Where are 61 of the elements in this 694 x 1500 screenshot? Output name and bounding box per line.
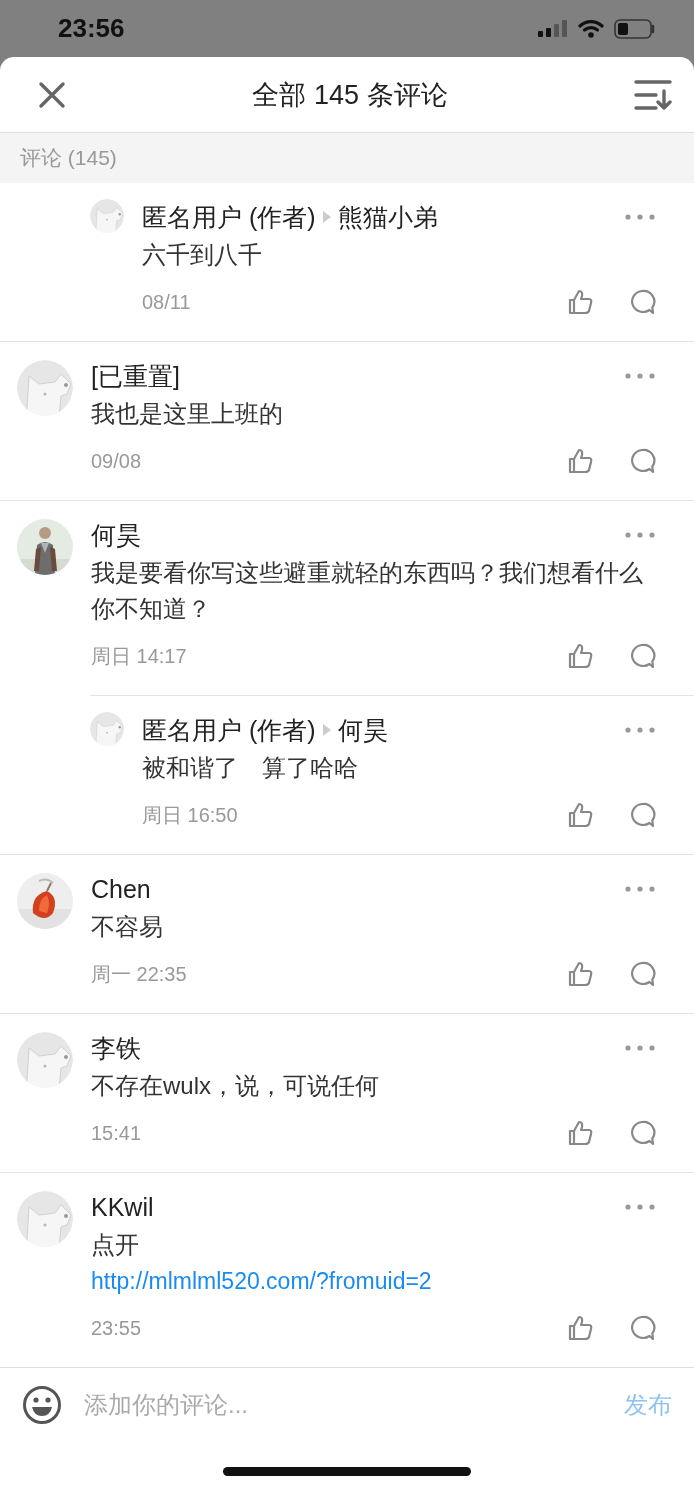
timestamp: 09/08 <box>91 449 142 473</box>
timestamp: 周日 16:50 <box>142 802 238 828</box>
battery-icon <box>614 17 656 40</box>
timestamp: 08/11 <box>142 290 191 314</box>
more-button[interactable] <box>624 885 656 893</box>
caret-icon <box>321 210 332 224</box>
reply-button[interactable] <box>628 642 656 670</box>
sheet-title: 全部 145 条评论 <box>252 78 448 112</box>
author-name[interactable]: 匿名用户 (作者) <box>142 200 316 234</box>
more-button[interactable] <box>624 213 656 221</box>
author-name[interactable]: 匿名用户 (作者) <box>142 713 316 747</box>
wifi-icon <box>578 18 604 39</box>
comment-text: 不存在wulx，说，可说任何 <box>91 1071 380 1101</box>
more-button[interactable] <box>624 1044 656 1052</box>
like-button[interactable] <box>566 1119 594 1147</box>
signal-icon <box>538 18 568 39</box>
comment-text: 被和谐了 算了哈哈 <box>142 753 359 783</box>
like-button[interactable] <box>566 1314 594 1342</box>
like-button[interactable] <box>566 960 594 988</box>
sort-button[interactable] <box>634 78 672 111</box>
author-name[interactable]: 李铁 <box>91 1031 141 1065</box>
caret-icon <box>321 723 332 737</box>
clock: 23:56 <box>58 13 125 44</box>
comment-text: 我是要看你写这些避重就轻的东西吗？我们想看什么你不知道？ <box>91 558 644 624</box>
comment-text: 六千到八千 <box>142 240 263 270</box>
more-button[interactable] <box>624 531 656 539</box>
timestamp: 23:55 <box>91 1316 142 1340</box>
comment-text: 点开 <box>91 1230 140 1260</box>
reply-target-name[interactable]: 熊猫小弟 <box>337 200 438 234</box>
more-button[interactable] <box>624 726 656 734</box>
timestamp: 周日 14:17 <box>91 643 187 669</box>
avatar <box>17 360 73 416</box>
timestamp: 15:41 <box>91 1121 142 1145</box>
reply-button[interactable] <box>628 1119 656 1147</box>
author-name[interactable]: KKwil <box>91 1192 154 1222</box>
reply-button[interactable] <box>628 960 656 988</box>
comment-input-field[interactable]: 添加你的评论... <box>82 1390 624 1420</box>
comment-text: 我也是这里上班的 <box>91 399 284 429</box>
avatar <box>90 199 124 233</box>
author-name[interactable]: Chen <box>91 874 151 904</box>
comment-text: 不容易 <box>91 912 164 942</box>
like-button[interactable] <box>566 801 594 829</box>
like-button[interactable] <box>566 288 594 316</box>
reply-button[interactable] <box>628 447 656 475</box>
close-button[interactable] <box>38 80 66 109</box>
like-button[interactable] <box>566 447 594 475</box>
reply-button[interactable] <box>628 288 656 316</box>
more-button[interactable] <box>624 1203 656 1211</box>
avatar <box>90 712 124 746</box>
more-button[interactable] <box>624 372 656 380</box>
reply-button[interactable] <box>628 801 656 829</box>
author-name[interactable]: [已重置] <box>91 359 180 393</box>
avatar <box>17 1032 73 1088</box>
reply-target-name[interactable]: 何昊 <box>337 713 388 747</box>
like-button[interactable] <box>566 642 594 670</box>
emoji-button[interactable] <box>22 1385 62 1425</box>
section-label: 评论 (145) <box>20 145 117 171</box>
timestamp: 周一 22:35 <box>91 961 187 987</box>
avatar <box>17 1191 73 1247</box>
author-name[interactable]: 何昊 <box>91 518 141 552</box>
reply-button[interactable] <box>628 1314 656 1342</box>
